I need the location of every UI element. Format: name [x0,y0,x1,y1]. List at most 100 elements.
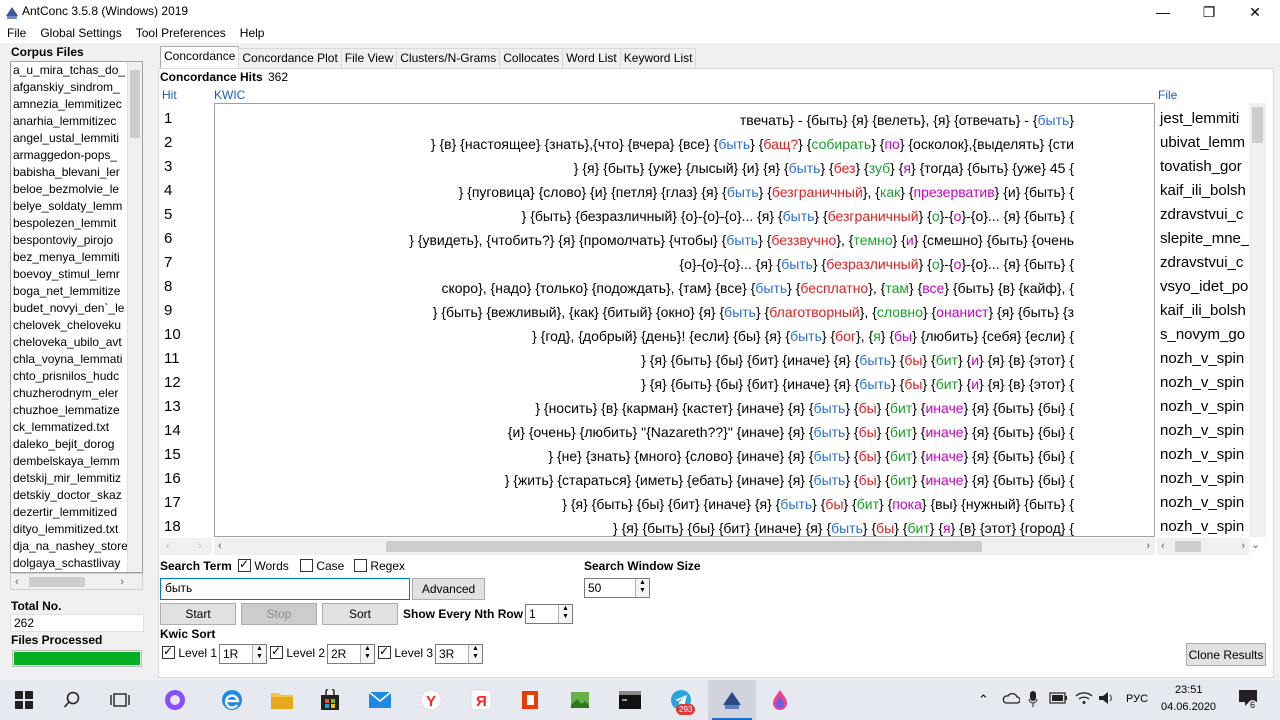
corpus-file-item[interactable]: chuzhoe_lemmatize [11,402,127,419]
hit-file-name[interactable]: s_novym_go [1160,323,1245,347]
corpus-file-item[interactable]: chla_voyna_lemmati [11,351,127,368]
file-name-column[interactable]: jest_lemmiti ubivat_lemm tovatish_gor kaif_… [1157,103,1249,537]
kwic-line[interactable]: твечать} - {быть} {я} {велеть}, {я} {отв… [740,108,1074,132]
keyboard-language-indicator[interactable]: РУС [1126,693,1148,705]
hit-file-name[interactable]: tovatish_gor [1160,155,1242,179]
kwic-line[interactable]: } {носить} {в} {карман} {кастет} {иначе}… [535,396,1074,420]
spinner-arrows-icon[interactable]: ▲ ▼ [558,605,572,623]
hit-file-name[interactable]: nozh_v_spin [1160,347,1244,371]
file-explorer-icon[interactable] [270,688,294,712]
hit-file-name[interactable]: zdravstvui_c [1160,203,1243,227]
image-editor-icon[interactable] [568,688,592,712]
hit-file-name[interactable]: nozh_v_spin [1160,515,1244,537]
tab-concordance[interactable]: Concordance [160,46,240,68]
search-term-input[interactable]: быть [160,578,410,600]
level-2-spinner[interactable]: 2R ▲ ▼ [327,644,375,664]
wifi-icon[interactable] [1075,691,1093,708]
corpus-file-item[interactable]: dja_na_nashey_store [11,538,127,555]
hit-file-name[interactable]: nozh_v_spin [1160,395,1244,419]
sort-button[interactable]: Sort [322,603,398,625]
level-3-option[interactable]: Level 3 [378,644,433,660]
hit-file-name[interactable]: kaif_ili_bolsh [1160,299,1246,323]
spinner-arrows-icon[interactable]: ▲ ▼ [360,645,374,663]
corpus-file-item[interactable]: budet_novyi_den`_le [11,300,127,317]
kwic-line[interactable]: } {жить} {стараться} {иметь} {ебать} {ин… [505,468,1074,492]
hit-file-name[interactable]: jest_lemmiti [1160,107,1239,131]
file-column-header[interactable]: File [1158,88,1177,102]
corpus-file-item[interactable]: afganskiy_sindrom_ [11,79,127,96]
regex-option[interactable]: Regex [354,559,405,573]
maximize-button[interactable]: ❐ [1186,0,1232,24]
tab-word-list[interactable]: Word List [562,48,621,68]
corpus-file-item[interactable]: beloe_bezmolvie_le [11,181,127,198]
spinner-arrows-icon[interactable]: ▲ ▼ [252,645,266,663]
case-option[interactable]: Case [300,559,344,573]
corpus-file-item[interactable]: anarhia_lemmitizec [11,113,127,130]
corpus-file-list[interactable]: a_u_mira_tchas_do_ afganskiy_sindrom_ amne… [10,61,143,573]
hit-column-hscrollbar[interactable]: ‹ › [160,538,212,555]
hit-file-name[interactable]: ubivat_lemm [1160,131,1245,155]
kwic-line[interactable]: {о}-{о}-{о}... {я} {быть} {безразличный}… [679,252,1074,276]
level-3-spinner[interactable]: 3R ▲ ▼ [435,644,483,664]
windows-start-icon[interactable] [12,688,36,712]
scroll-down-arrow-icon[interactable]: ⌄ [1251,538,1260,551]
kwic-line[interactable]: } {я} {быть} {бы} {бит} {иначе} {я} {быт… [562,492,1074,516]
regex-checkbox[interactable] [354,559,367,572]
corpus-file-item[interactable]: a_u_mira_tchas_do_ [11,62,127,79]
kwic-line[interactable]: } {быть} {вежливый}, {как} {битый} {окно… [433,300,1074,324]
corpus-file-item[interactable]: boga_net_lemmitize [11,283,127,300]
hit-file-name[interactable]: nozh_v_spin [1160,491,1244,515]
kwic-line[interactable]: } {я} {быть} {бы} {бит} {иначе} {я} {быт… [641,348,1074,372]
clone-results-button[interactable]: Clone Results [1186,643,1266,666]
tab-concordance-plot[interactable]: Concordance Plot [238,48,342,68]
corpus-file-item[interactable]: dityo_lemmitized.txt [11,521,127,538]
corpus-file-item[interactable]: boevoy_stimul_lemr [11,266,127,283]
tab-keyword-list[interactable]: Keyword List [619,48,697,68]
corpus-file-item[interactable]: ck_lemmatized.txt [11,419,127,436]
tab-collocates[interactable]: Collocates [499,48,564,68]
level-2-checkbox[interactable] [270,644,283,659]
corpus-file-item[interactable]: daleko_bejit_dorog [11,436,127,453]
paint-drop-icon[interactable] [768,688,792,712]
office-icon[interactable] [518,688,542,712]
corpus-file-item[interactable]: bespontoviy_pirojo [11,232,127,249]
kwic-line[interactable]: } {быть} {безразличный} {о}-{о}-{о}... {… [522,204,1074,228]
volume-icon[interactable] [1098,691,1116,708]
level-1-checkbox[interactable] [162,644,175,659]
close-button[interactable]: ✕ [1232,0,1278,24]
corpus-file-item[interactable]: chto_prisnilos_hudc [11,368,127,385]
hit-file-name[interactable]: zdravstvui_c [1160,251,1243,275]
menu-global-settings[interactable]: Global Settings [33,24,128,43]
store-icon[interactable] [318,688,342,712]
corpus-file-item[interactable]: dezertir_lemmitized [11,504,127,521]
antconc-taskbar-button[interactable] [708,680,756,720]
mail-icon[interactable] [368,688,392,712]
hit-file-name[interactable]: slepite_mne_ [1160,227,1249,251]
menu-file[interactable]: File [0,24,33,43]
task-view-icon[interactable] [108,688,132,712]
alice-assistant-icon[interactable] [163,688,187,712]
corpus-file-item[interactable]: bez_menya_lemmiti [11,249,127,266]
spinner-arrows-icon[interactable]: ▲ ▼ [635,579,649,597]
hit-file-name[interactable]: kaif_ili_bolsh [1160,179,1246,203]
microphone-icon[interactable] [1028,690,1038,711]
kwic-line[interactable]: } {я} {быть} {бы} {бит} {иначе} {я} {быт… [613,516,1074,536]
kwic-line[interactable]: } {в} {настоящее} {знать},{что} {вчера} … [431,132,1074,156]
corpus-file-item[interactable]: chuzherodnym_eler [11,385,127,402]
kwic-line[interactable]: скоро}, {надо} {только} {подождать}, {та… [441,276,1074,300]
onedrive-cloud-icon[interactable] [1002,691,1021,708]
yandex-browser-icon[interactable]: Y [419,688,443,712]
corpus-file-item[interactable]: detskiy_doctor_skaz [11,487,127,504]
terminal-icon[interactable] [618,688,642,712]
clock-date[interactable]: 04.06.2020 [1161,701,1216,713]
corpus-file-item[interactable]: armaggedon-pops_ [11,147,127,164]
kwic-line[interactable]: } {увидеть}, {чтобить?} {я} {промолчать}… [409,228,1074,252]
words-checkbox[interactable] [238,557,251,572]
kwic-line[interactable]: } {год}, {добрый} {день}! {если} {бы} {я… [532,324,1074,348]
spinner-arrows-icon[interactable]: ▲ ▼ [468,645,482,663]
corpus-file-item[interactable]: dembelskaya_lemm [11,453,127,470]
kwic-line[interactable]: } {я} {быть} {уже} {лысый} {и} {я} {быть… [574,156,1074,180]
chevron-up-icon[interactable]: ⌃ [978,692,989,708]
search-window-size-spinner[interactable]: 50 ▲ ▼ [584,578,650,598]
hit-column-header[interactable]: Hit [162,88,177,102]
